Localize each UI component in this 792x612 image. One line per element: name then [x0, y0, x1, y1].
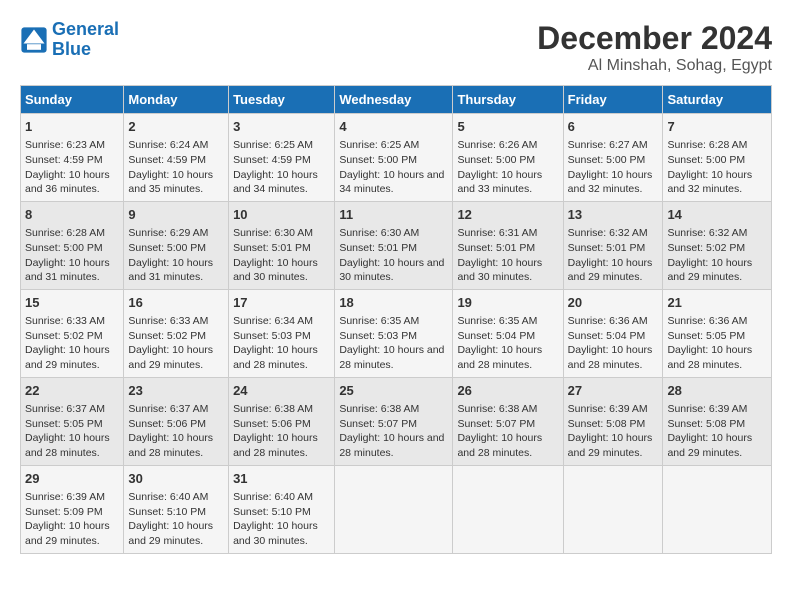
calendar-cell: 8Sunrise: 6:28 AMSunset: 5:00 PMDaylight… [21, 201, 124, 289]
calendar-cell: 24Sunrise: 6:38 AMSunset: 5:06 PMDayligh… [229, 377, 335, 465]
calendar-row: 8Sunrise: 6:28 AMSunset: 5:00 PMDaylight… [21, 201, 772, 289]
calendar-row: 22Sunrise: 6:37 AMSunset: 5:05 PMDayligh… [21, 377, 772, 465]
logo: General Blue [20, 20, 119, 60]
day-number: 15 [25, 294, 119, 312]
day-number: 28 [667, 382, 767, 400]
calendar-table: Sunday Monday Tuesday Wednesday Thursday… [20, 85, 772, 554]
day-number: 23 [128, 382, 224, 400]
calendar-cell: 23Sunrise: 6:37 AMSunset: 5:06 PMDayligh… [124, 377, 229, 465]
calendar-cell: 22Sunrise: 6:37 AMSunset: 5:05 PMDayligh… [21, 377, 124, 465]
day-number: 20 [568, 294, 659, 312]
col-wednesday: Wednesday [335, 86, 453, 114]
calendar-cell [663, 465, 772, 553]
calendar-cell: 3Sunrise: 6:25 AMSunset: 4:59 PMDaylight… [229, 114, 335, 202]
day-number: 13 [568, 206, 659, 224]
day-number: 11 [339, 206, 448, 224]
col-tuesday: Tuesday [229, 86, 335, 114]
day-number: 19 [457, 294, 558, 312]
calendar-cell: 28Sunrise: 6:39 AMSunset: 5:08 PMDayligh… [663, 377, 772, 465]
day-number: 16 [128, 294, 224, 312]
calendar-cell [453, 465, 563, 553]
title-block: December 2024 Al Minshah, Sohag, Egypt [537, 20, 772, 75]
calendar-cell: 2Sunrise: 6:24 AMSunset: 4:59 PMDaylight… [124, 114, 229, 202]
col-sunday: Sunday [21, 86, 124, 114]
day-number: 17 [233, 294, 330, 312]
day-number: 29 [25, 470, 119, 488]
calendar-cell: 15Sunrise: 6:33 AMSunset: 5:02 PMDayligh… [21, 289, 124, 377]
calendar-cell [563, 465, 663, 553]
calendar-cell: 31Sunrise: 6:40 AMSunset: 5:10 PMDayligh… [229, 465, 335, 553]
day-number: 14 [667, 206, 767, 224]
calendar-cell: 14Sunrise: 6:32 AMSunset: 5:02 PMDayligh… [663, 201, 772, 289]
calendar-cell: 13Sunrise: 6:32 AMSunset: 5:01 PMDayligh… [563, 201, 663, 289]
col-thursday: Thursday [453, 86, 563, 114]
calendar-cell: 6Sunrise: 6:27 AMSunset: 5:00 PMDaylight… [563, 114, 663, 202]
location-subtitle: Al Minshah, Sohag, Egypt [537, 57, 772, 75]
calendar-row: 1Sunrise: 6:23 AMSunset: 4:59 PMDaylight… [21, 114, 772, 202]
day-number: 6 [568, 118, 659, 136]
day-number: 3 [233, 118, 330, 136]
calendar-cell: 11Sunrise: 6:30 AMSunset: 5:01 PMDayligh… [335, 201, 453, 289]
header-row: Sunday Monday Tuesday Wednesday Thursday… [21, 86, 772, 114]
calendar-cell: 10Sunrise: 6:30 AMSunset: 5:01 PMDayligh… [229, 201, 335, 289]
calendar-cell: 18Sunrise: 6:35 AMSunset: 5:03 PMDayligh… [335, 289, 453, 377]
day-number: 9 [128, 206, 224, 224]
calendar-cell [335, 465, 453, 553]
day-number: 22 [25, 382, 119, 400]
day-number: 7 [667, 118, 767, 136]
col-friday: Friday [563, 86, 663, 114]
calendar-cell: 27Sunrise: 6:39 AMSunset: 5:08 PMDayligh… [563, 377, 663, 465]
day-number: 2 [128, 118, 224, 136]
day-number: 21 [667, 294, 767, 312]
month-title: December 2024 [537, 20, 772, 57]
calendar-cell: 19Sunrise: 6:35 AMSunset: 5:04 PMDayligh… [453, 289, 563, 377]
calendar-cell: 17Sunrise: 6:34 AMSunset: 5:03 PMDayligh… [229, 289, 335, 377]
calendar-cell: 5Sunrise: 6:26 AMSunset: 5:00 PMDaylight… [453, 114, 563, 202]
logo-icon [20, 26, 48, 54]
calendar-body: 1Sunrise: 6:23 AMSunset: 4:59 PMDaylight… [21, 114, 772, 554]
calendar-cell: 21Sunrise: 6:36 AMSunset: 5:05 PMDayligh… [663, 289, 772, 377]
day-number: 18 [339, 294, 448, 312]
col-monday: Monday [124, 86, 229, 114]
calendar-cell: 1Sunrise: 6:23 AMSunset: 4:59 PMDaylight… [21, 114, 124, 202]
calendar-cell: 16Sunrise: 6:33 AMSunset: 5:02 PMDayligh… [124, 289, 229, 377]
day-number: 1 [25, 118, 119, 136]
calendar-cell: 26Sunrise: 6:38 AMSunset: 5:07 PMDayligh… [453, 377, 563, 465]
day-number: 31 [233, 470, 330, 488]
calendar-cell: 12Sunrise: 6:31 AMSunset: 5:01 PMDayligh… [453, 201, 563, 289]
calendar-cell: 30Sunrise: 6:40 AMSunset: 5:10 PMDayligh… [124, 465, 229, 553]
day-number: 8 [25, 206, 119, 224]
calendar-row: 29Sunrise: 6:39 AMSunset: 5:09 PMDayligh… [21, 465, 772, 553]
calendar-cell: 20Sunrise: 6:36 AMSunset: 5:04 PMDayligh… [563, 289, 663, 377]
calendar-row: 15Sunrise: 6:33 AMSunset: 5:02 PMDayligh… [21, 289, 772, 377]
calendar-cell: 25Sunrise: 6:38 AMSunset: 5:07 PMDayligh… [335, 377, 453, 465]
day-number: 26 [457, 382, 558, 400]
day-number: 12 [457, 206, 558, 224]
page-header: General Blue December 2024 Al Minshah, S… [20, 20, 772, 75]
day-number: 30 [128, 470, 224, 488]
calendar-cell: 29Sunrise: 6:39 AMSunset: 5:09 PMDayligh… [21, 465, 124, 553]
calendar-cell: 4Sunrise: 6:25 AMSunset: 5:00 PMDaylight… [335, 114, 453, 202]
logo-text: General Blue [52, 20, 119, 60]
col-saturday: Saturday [663, 86, 772, 114]
day-number: 25 [339, 382, 448, 400]
day-number: 4 [339, 118, 448, 136]
calendar-cell: 7Sunrise: 6:28 AMSunset: 5:00 PMDaylight… [663, 114, 772, 202]
day-number: 10 [233, 206, 330, 224]
calendar-cell: 9Sunrise: 6:29 AMSunset: 5:00 PMDaylight… [124, 201, 229, 289]
day-number: 5 [457, 118, 558, 136]
day-number: 24 [233, 382, 330, 400]
day-number: 27 [568, 382, 659, 400]
